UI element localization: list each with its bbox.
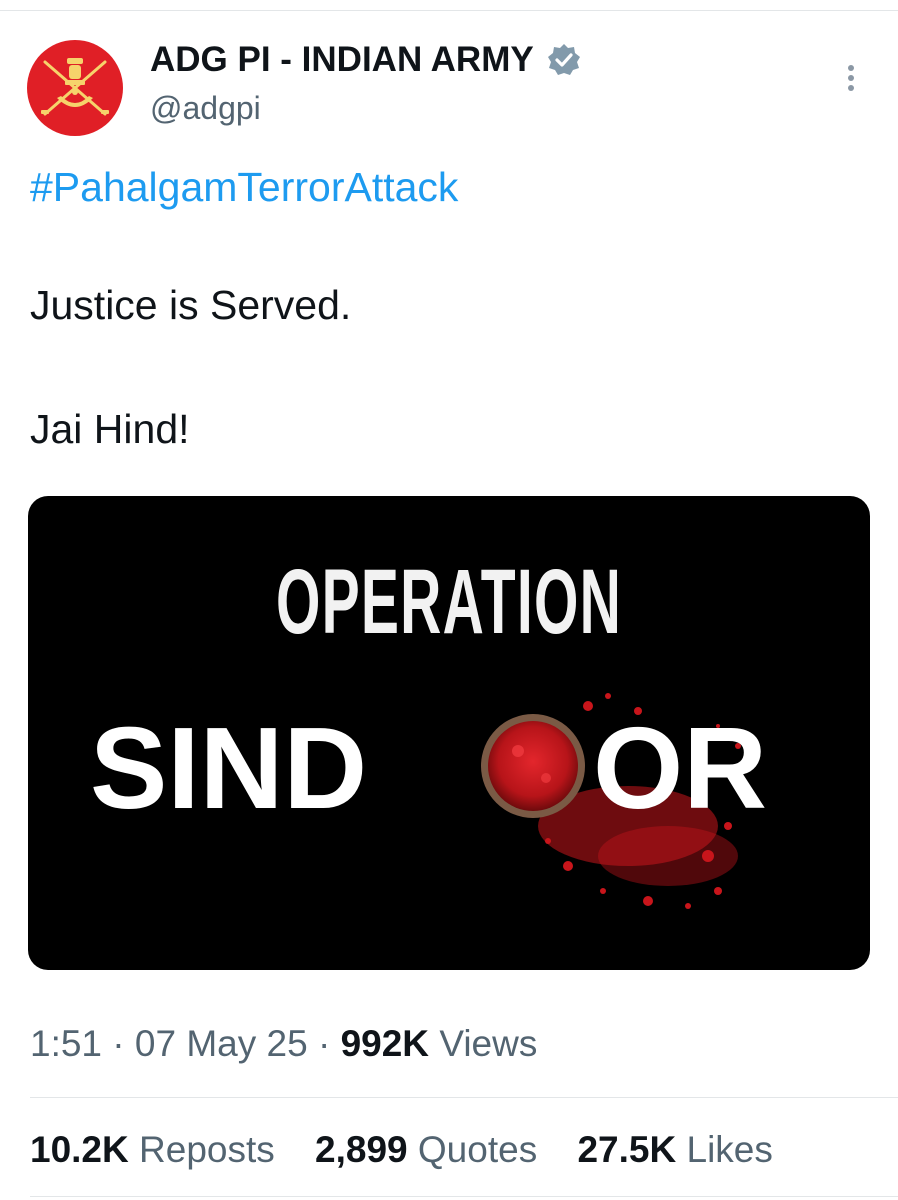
media-title-sind: SIND: [90, 703, 367, 833]
quotes-count: 2,899: [315, 1129, 408, 1170]
meta-separator: ·: [317, 1023, 331, 1064]
views-count: 992K: [340, 1023, 430, 1064]
media-title-or: OR: [593, 703, 767, 833]
tweet-text-line-2: Jai Hind!: [30, 406, 190, 452]
avatar[interactable]: [27, 40, 123, 136]
tweet-date[interactable]: 07 May 25: [135, 1023, 308, 1064]
sindoor-bowl: [481, 714, 585, 818]
meta-separator: ·: [112, 1023, 125, 1064]
likes-label: Likes: [686, 1129, 773, 1170]
quotes-stat[interactable]: 2,899 Quotes: [315, 1128, 537, 1172]
divider: [30, 1097, 898, 1098]
tweet-text-line-1: Justice is Served.: [30, 282, 352, 328]
indian-army-emblem-icon: [41, 58, 109, 116]
tweet-media-image[interactable]: OPERATION SIND OR: [28, 496, 870, 970]
hashtag-link[interactable]: #PahalgamTerrorAttack: [30, 163, 458, 211]
reposts-stat[interactable]: 10.2K Reposts: [30, 1128, 275, 1172]
account-display-name[interactable]: ADG PI - INDIAN ARMY: [150, 40, 582, 80]
reposts-label: Reposts: [139, 1129, 275, 1170]
reposts-count: 10.2K: [30, 1129, 129, 1170]
account-handle[interactable]: @adgpi: [150, 88, 261, 128]
engagement-stats: 10.2K Reposts 2,899 Quotes 27.5K Likes: [30, 1128, 773, 1172]
display-name-text: ADG PI - INDIAN ARMY: [150, 40, 534, 79]
likes-count: 27.5K: [577, 1129, 677, 1170]
likes-stat[interactable]: 27.5K Likes: [577, 1128, 772, 1172]
tweet-time[interactable]: 1:51: [30, 1023, 102, 1064]
views-label: Views: [439, 1023, 538, 1064]
tweet-meta: 1:51 · 07 May 25 · 992K Views: [30, 1022, 537, 1066]
verified-badge-icon[interactable]: [546, 42, 582, 78]
divider: [30, 1196, 898, 1197]
sindoor-graphic: SIND OR: [90, 693, 767, 909]
top-divider: [0, 10, 898, 11]
quotes-label: Quotes: [417, 1129, 538, 1170]
more-options-icon[interactable]: [836, 60, 866, 100]
